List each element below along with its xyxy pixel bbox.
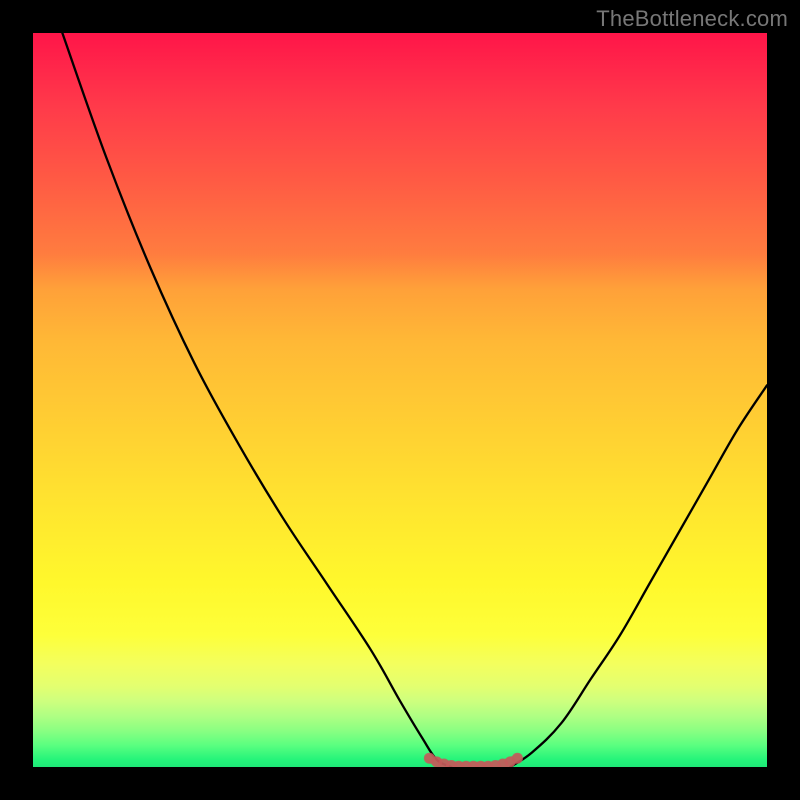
right-curve xyxy=(510,385,767,767)
curve-layer xyxy=(33,33,767,767)
chart-frame: TheBottleneck.com xyxy=(0,0,800,800)
watermark-label: TheBottleneck.com xyxy=(596,6,788,32)
plot-area xyxy=(33,33,767,767)
left-curve xyxy=(62,33,451,767)
minimum-marker xyxy=(512,753,523,764)
